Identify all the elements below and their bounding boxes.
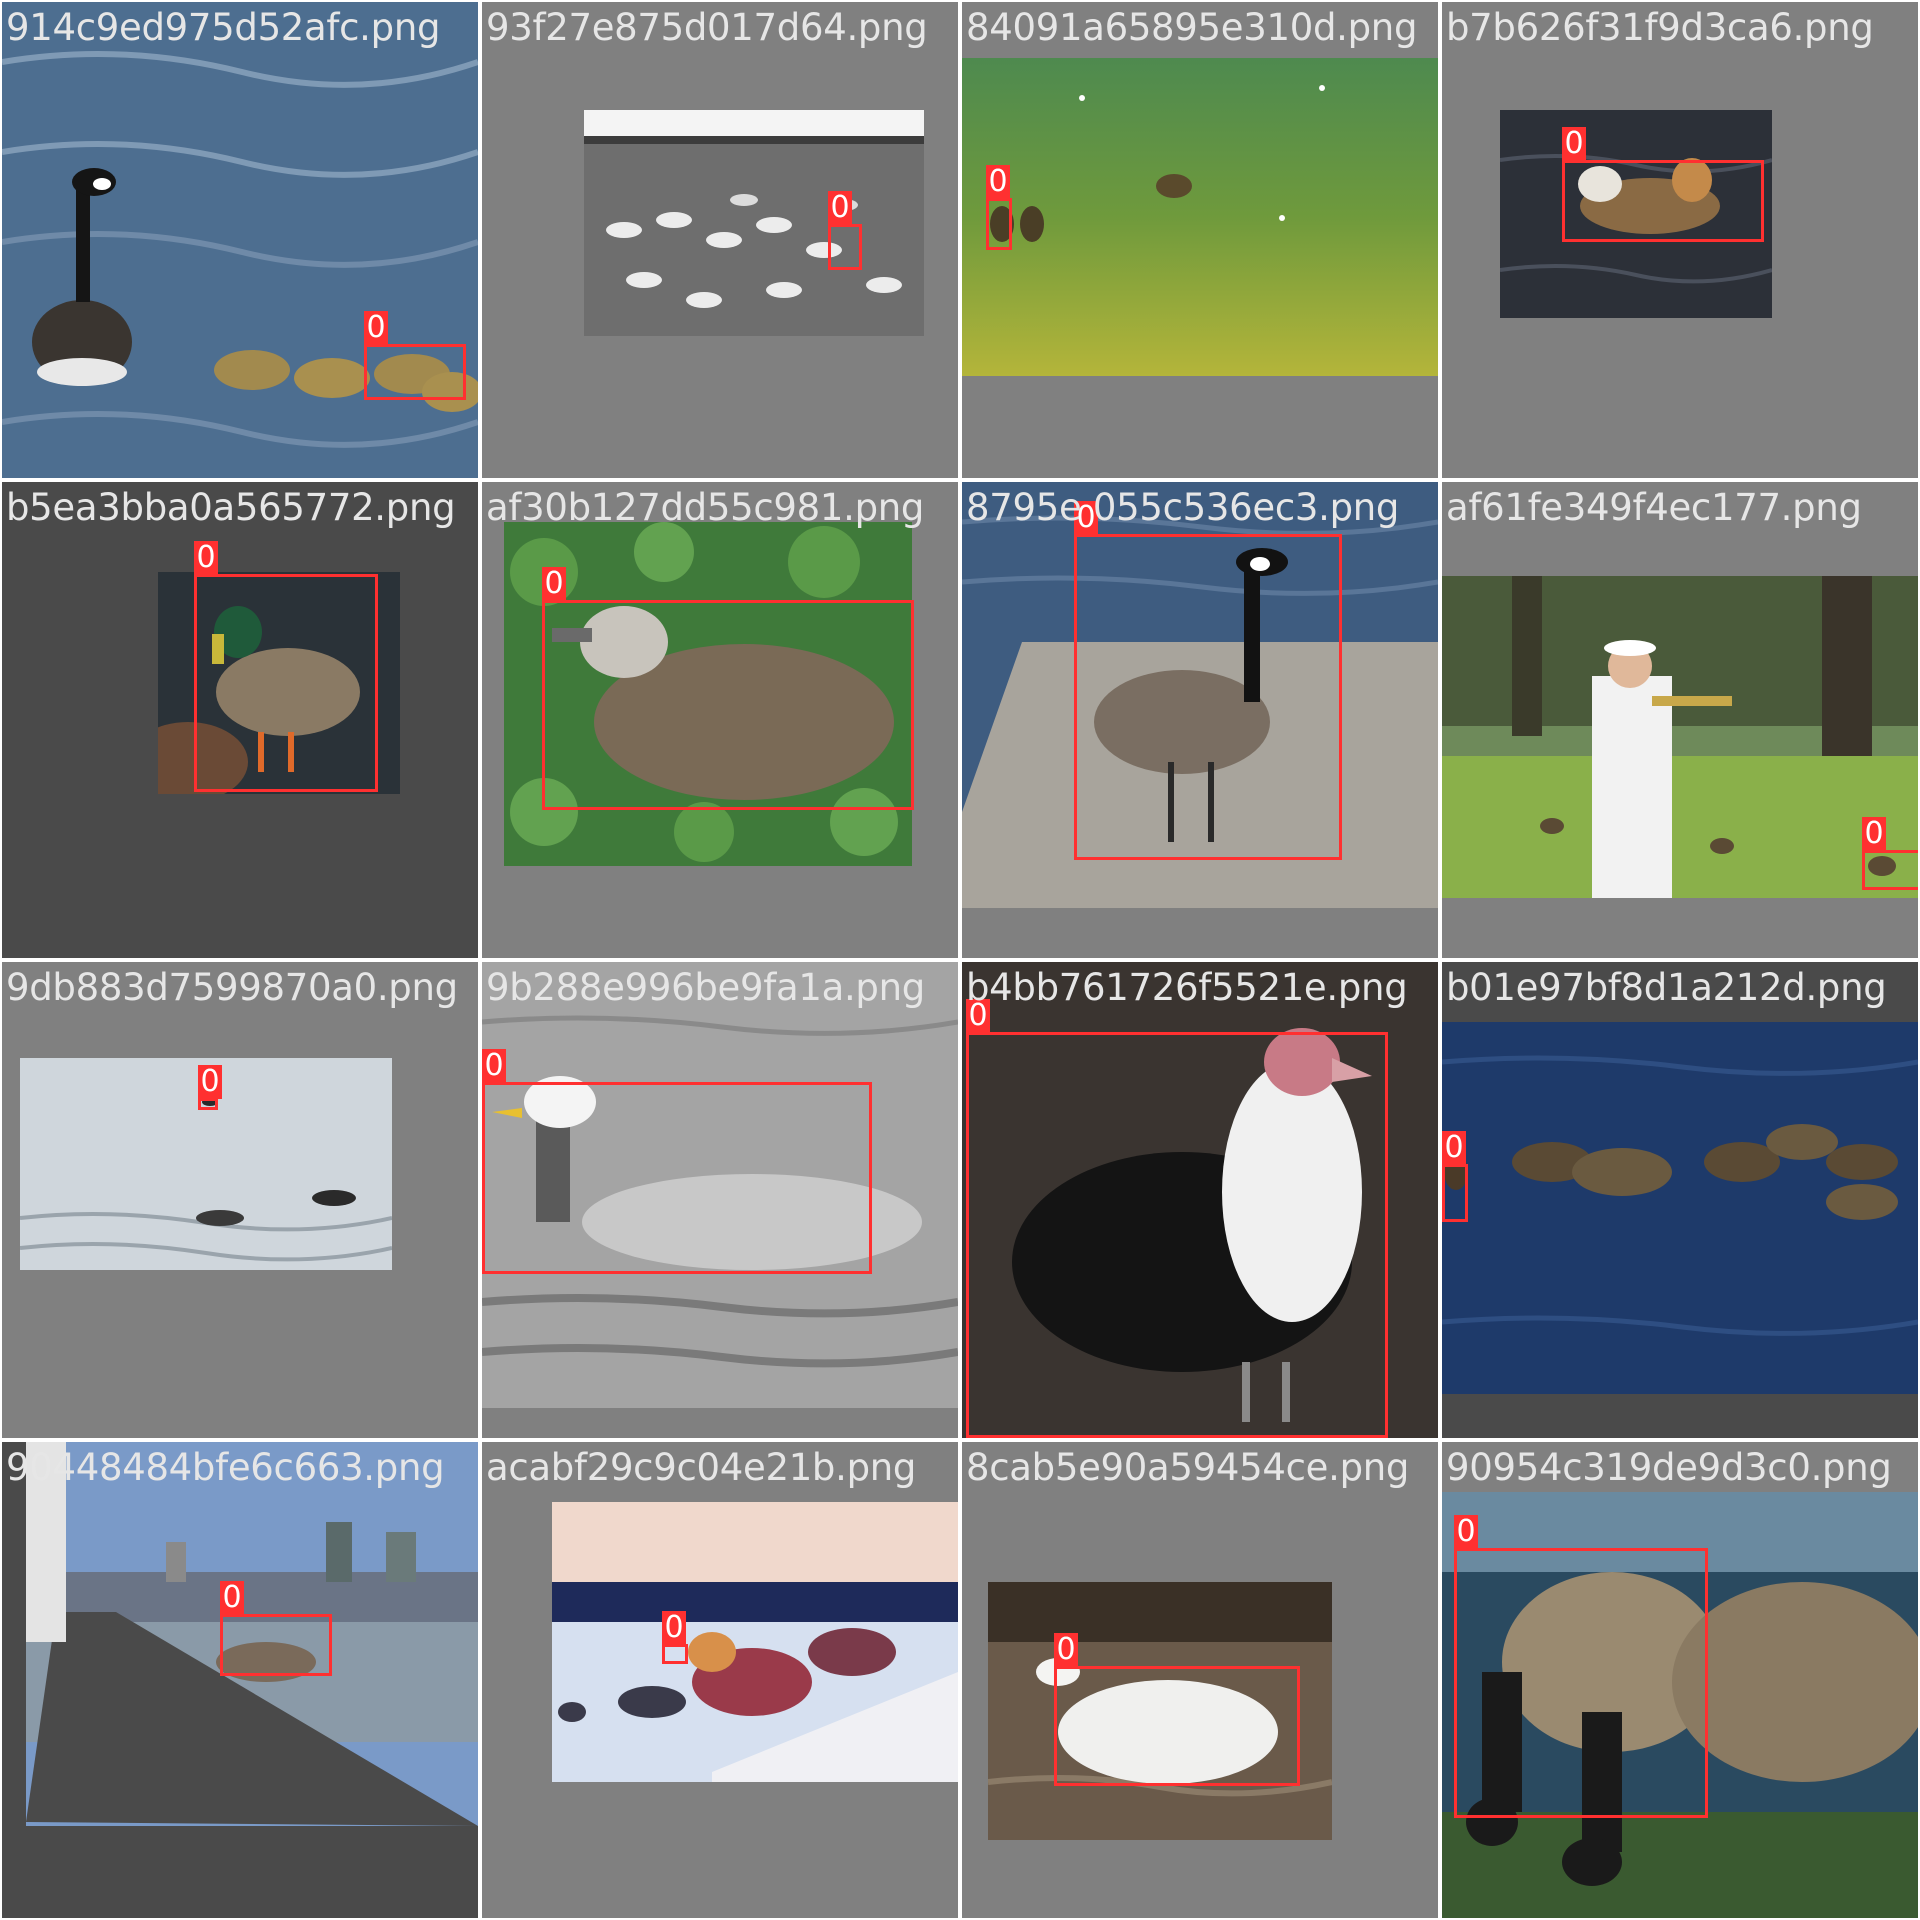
bounding-box: 0	[1862, 817, 1918, 890]
tile-10[interactable]: 0 9b288e996be9fa1a.png	[482, 962, 958, 1438]
photo-sailor-trumpet	[1442, 576, 1918, 898]
class-label: 0	[1442, 1131, 1466, 1165]
photo-green-water	[962, 58, 1438, 376]
class-label: 0	[364, 311, 388, 345]
filename-label: 84091a65895e310d.png	[966, 6, 1418, 49]
filename-label: 8795e 055c536ec3.png	[966, 486, 1400, 529]
filename-label: 9db883d7599870a0.png	[6, 966, 458, 1009]
bounding-box: 0	[662, 1611, 688, 1664]
class-label: 0	[986, 165, 1010, 199]
class-label: 0	[542, 567, 566, 601]
tile-3[interactable]: 0 84091a65895e310d.png	[962, 2, 1438, 478]
bounding-box: 0	[1442, 1131, 1468, 1222]
tile-6[interactable]: 0 af30b127dd55c981.png	[482, 482, 958, 958]
bounding-box: 0	[1454, 1515, 1708, 1818]
bounding-box: 0	[220, 1581, 332, 1676]
bounding-box: 0	[364, 311, 466, 400]
tile-1[interactable]: 0 914c9ed975d52afc.png	[2, 2, 478, 478]
tile-4[interactable]: 0 b7b626f31f9d3ca6.png	[1442, 2, 1918, 478]
tile-12[interactable]: 0 b01e97bf8d1a212d.png	[1442, 962, 1918, 1438]
bounding-box: 0	[482, 1049, 872, 1274]
bounding-box: 0	[1562, 127, 1764, 242]
photo-goose-goslings	[2, 2, 478, 478]
filename-label: b7b626f31f9d3ca6.png	[1446, 6, 1874, 49]
bounding-box: 0	[1054, 1633, 1300, 1786]
class-label: 0	[1862, 817, 1886, 851]
photo-swans	[584, 110, 924, 336]
image-grid: 0 914c9ed975d52afc.png 0 93f27e875d017d6…	[0, 0, 1920, 1920]
photo-mandarin-ducks-winter	[552, 1502, 958, 1782]
bounding-box: 0	[966, 999, 1388, 1438]
class-label: 0	[194, 541, 218, 575]
class-label: 0	[1562, 127, 1586, 161]
tile-2[interactable]: 0 93f27e875d017d64.png	[482, 2, 958, 478]
class-label: 0	[1054, 1633, 1078, 1667]
bounding-box: 0	[828, 191, 862, 270]
filename-label: 90954c319de9d3c0.png	[1446, 1446, 1892, 1489]
tile-13[interactable]: 0 90448484bfe6c663.png	[2, 1442, 478, 1918]
bounding-box: 0	[194, 541, 378, 792]
bounding-box: 0	[542, 567, 914, 810]
tile-8[interactable]: 0 af61fe349f4ec177.png	[1442, 482, 1918, 958]
filename-label: af61fe349f4ec177.png	[1446, 486, 1862, 529]
tile-15[interactable]: 0 8cab5e90a59454ce.png	[962, 1442, 1438, 1918]
tile-9[interactable]: 0 9db883d7599870a0.png	[2, 962, 478, 1438]
photo-ducklings-swimming	[1442, 1022, 1918, 1394]
filename-label: 90448484bfe6c663.png	[6, 1446, 445, 1489]
tile-5[interactable]: 0 b5ea3bba0a565772.png	[2, 482, 478, 958]
filename-label: acabf29c9c04e21b.png	[486, 1446, 917, 1489]
bounding-box: 0	[198, 1065, 222, 1110]
filename-label: 9b288e996be9fa1a.png	[486, 966, 925, 1009]
filename-label: 93f27e875d017d64.png	[486, 6, 928, 49]
filename-label: b5ea3bba0a565772.png	[6, 486, 456, 529]
filename-label: b01e97bf8d1a212d.png	[1446, 966, 1887, 1009]
class-label: 0	[828, 191, 852, 225]
tile-14[interactable]: 0 acabf29c9c04e21b.png	[482, 1442, 958, 1918]
bounding-box: 0	[1074, 501, 1342, 860]
filename-label: b4bb761726f5521e.png	[966, 966, 1408, 1009]
filename-label: 914c9ed975d52afc.png	[6, 6, 441, 49]
class-label: 0	[482, 1049, 506, 1083]
filename-label: 8cab5e90a59454ce.png	[966, 1446, 1410, 1489]
filename-label: af30b127dd55c981.png	[486, 486, 925, 529]
class-label: 0	[220, 1581, 244, 1615]
tile-11[interactable]: 0 b4bb761726f5521e.png	[962, 962, 1438, 1438]
tile-7[interactable]: 0 8795e 055c536ec3.png	[962, 482, 1438, 958]
class-label: 0	[198, 1065, 222, 1099]
class-label: 0	[1454, 1515, 1478, 1549]
bounding-box: 0	[986, 165, 1012, 250]
class-label: 0	[662, 1611, 686, 1645]
tile-16[interactable]: 0 90954c319de9d3c0.png	[1442, 1442, 1918, 1918]
